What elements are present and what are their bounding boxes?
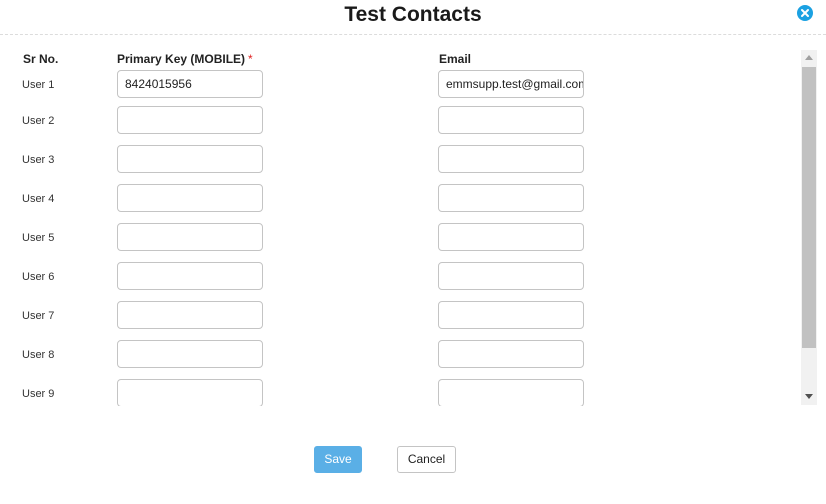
row-label: User 3 <box>22 154 55 166</box>
mobile-input[interactable] <box>117 184 263 212</box>
email-input[interactable] <box>438 145 584 173</box>
close-button[interactable] <box>797 5 813 21</box>
row-label: User 5 <box>22 232 55 244</box>
mobile-input[interactable] <box>117 145 263 173</box>
contacts-list: User 1 8424015956 emmsupp.test@gmail.com Us… <box>0 66 800 406</box>
mobile-input[interactable] <box>117 340 263 368</box>
table-row: User 6 <box>0 262 800 301</box>
email-input[interactable]: emmsupp.test@gmail.com <box>438 70 584 98</box>
row-label: User 7 <box>22 310 55 322</box>
email-input[interactable] <box>438 301 584 329</box>
table-row: User 1 8424015956 emmsupp.test@gmail.com <box>0 70 800 109</box>
row-label: User 4 <box>22 193 55 205</box>
table-row: User 8 <box>0 340 800 379</box>
row-label: User 2 <box>22 115 55 127</box>
email-input[interactable] <box>438 340 584 368</box>
mobile-input[interactable] <box>117 301 263 329</box>
header-sr-no: Sr No. <box>23 52 59 66</box>
row-label: User 6 <box>22 271 55 283</box>
table-row: User 3 <box>0 145 800 184</box>
required-marker: * <box>248 52 253 66</box>
mobile-input[interactable] <box>117 223 263 251</box>
email-input[interactable] <box>438 184 584 212</box>
save-button[interactable]: Save <box>314 446 362 473</box>
table-row: User 9 <box>0 379 800 406</box>
table-row: User 4 <box>0 184 800 223</box>
scroll-down-button[interactable] <box>801 390 817 405</box>
mobile-input[interactable] <box>117 262 263 290</box>
table-row: User 2 <box>0 106 800 145</box>
header-primary-key: Primary Key (MOBILE) * <box>117 52 253 66</box>
modal-header: Test Contacts <box>0 0 826 35</box>
mobile-input[interactable] <box>117 379 263 406</box>
email-input[interactable] <box>438 223 584 251</box>
cancel-button[interactable]: Cancel <box>397 446 456 473</box>
row-label: User 1 <box>22 79 55 91</box>
scrollbar-thumb[interactable] <box>802 67 816 348</box>
scroll-up-arrow-icon <box>805 55 813 60</box>
mobile-input[interactable]: 8424015956 <box>117 70 263 98</box>
email-input[interactable] <box>438 262 584 290</box>
scrollbar[interactable] <box>801 50 817 405</box>
mobile-input[interactable] <box>117 106 263 134</box>
modal-title: Test Contacts <box>344 3 482 26</box>
table-row: User 5 <box>0 223 800 262</box>
close-icon <box>801 9 809 17</box>
header-primary-key-label: Primary Key (MOBILE) <box>117 52 246 66</box>
email-input[interactable] <box>438 379 584 406</box>
header-email: Email <box>439 52 472 66</box>
table-row: User 7 <box>0 301 800 340</box>
scroll-up-button[interactable] <box>801 50 817 65</box>
row-label: User 8 <box>22 349 55 361</box>
email-input[interactable] <box>438 106 584 134</box>
row-label: User 9 <box>22 388 55 400</box>
scroll-down-arrow-icon <box>805 394 813 399</box>
